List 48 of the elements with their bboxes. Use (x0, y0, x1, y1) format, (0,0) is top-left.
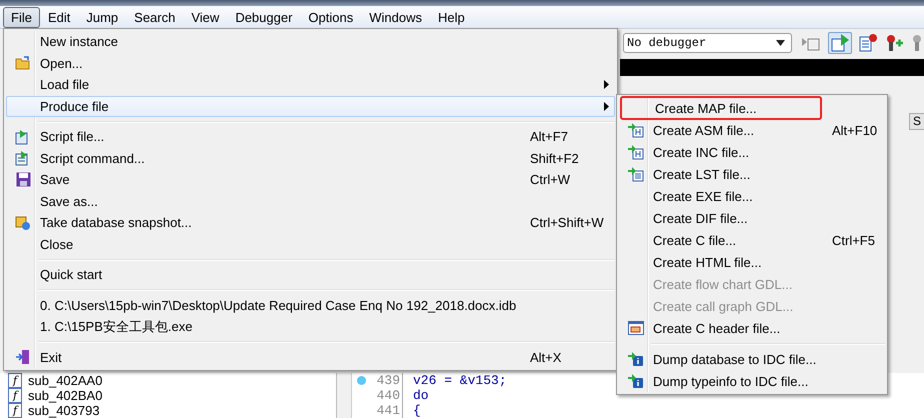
code-line: do (412, 388, 429, 403)
function-icon: f (8, 388, 22, 403)
menu-item[interactable]: Load file (6, 74, 615, 96)
menu-bar-item[interactable]: Options (300, 6, 362, 28)
menu-item[interactable]: Create MAP file... (621, 97, 821, 119)
menu-item[interactable]: Quick start (6, 264, 615, 286)
menu-bar-item[interactable]: Debugger (227, 6, 300, 28)
menu-item[interactable]: Script command... Shift+F2 (6, 148, 615, 169)
menu-item[interactable]: 0. C:\Users\15pb-win7\Desktop\Update Required Case Enq No 192_2018.docx.idb (6, 294, 615, 316)
menu-item[interactable]: Create LST file... (619, 163, 885, 185)
code-line: v26 = &v153; (412, 373, 507, 388)
debugger-dropdown[interactable]: No debugger (623, 33, 792, 53)
menu-item[interactable]: Create C header file... (619, 317, 885, 339)
line-number: 440 (370, 388, 403, 403)
menu-item[interactable]: Dump typeinfo to IDC file... (619, 370, 885, 392)
menu-item[interactable]: Create DIF file... (619, 207, 885, 229)
menu-bar-item[interactable]: Help (430, 6, 473, 28)
menu-item[interactable]: Open... (6, 52, 615, 74)
line-number: 439 (370, 373, 403, 388)
line-number: 441 (370, 403, 403, 418)
menu-item[interactable]: Create ASM file... Alt+F10 (619, 119, 885, 141)
menu-item[interactable]: Script file... Alt+F7 (6, 126, 615, 148)
menu-item[interactable]: 1. C:\15PB安全工具包.exe (6, 316, 615, 338)
menu-item[interactable]: Exit Alt+X (6, 346, 615, 368)
menu-bar-item[interactable]: Search (126, 6, 184, 28)
panel-tab[interactable]: S (909, 113, 924, 130)
function-name[interactable]: sub_402BA0 (28, 388, 102, 403)
menu-item[interactable]: Create INC file... (619, 141, 885, 163)
menu-bar-item[interactable]: View (183, 6, 228, 28)
menu-item[interactable]: Save Ctrl+W (6, 169, 615, 190)
function-icon: f (8, 403, 22, 418)
menu-bar-item[interactable]: Windows (361, 6, 430, 28)
menu-item[interactable]: Take database snapshot... Ctrl+Shift+W (6, 212, 615, 234)
menu-item[interactable]: Create HTML file... (619, 251, 885, 273)
menu-bar-item[interactable]: Edit (40, 6, 78, 28)
menu-bar-item[interactable]: File (3, 6, 40, 28)
menu-item[interactable]: Dump database to IDC file... (619, 348, 885, 370)
code-line: { (412, 403, 421, 418)
menu-item[interactable]: Save as... (6, 190, 615, 212)
menu-item[interactable]: Close (6, 234, 615, 255)
function-name[interactable]: sub_403793 (28, 403, 100, 418)
menu-item[interactable]: Create C file... Ctrl+F5 (619, 229, 885, 251)
menu-item[interactable]: New instance (6, 31, 615, 52)
menu-bar-item[interactable]: Jump (78, 6, 126, 28)
function-icon: f (8, 373, 22, 388)
function-name[interactable]: sub_402AA0 (28, 373, 102, 388)
menu-item[interactable]: Produce file (6, 96, 615, 117)
menu-item[interactable]: Create EXE file... (619, 185, 885, 207)
